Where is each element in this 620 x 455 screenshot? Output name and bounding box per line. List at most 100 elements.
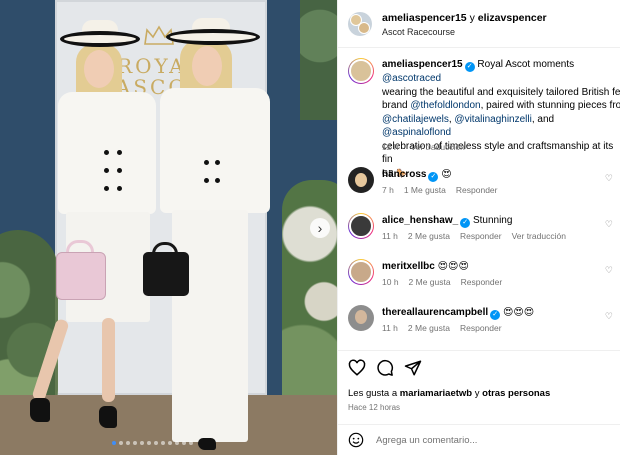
post-time[interactable]: Hace 12 horas	[348, 403, 400, 412]
avatar	[349, 59, 373, 83]
comment-item: thereallaurencampbell ✓ 😍😍😍 11 h 2 Me gust…	[346, 303, 620, 343]
chevron-right-icon: ›	[317, 220, 323, 236]
comment-time[interactable]: 7 h	[382, 185, 394, 195]
comment-body: 😍	[441, 169, 452, 180]
post-side-panel: ameliaspencer15 y elizavspencer Ascot Ra…	[337, 0, 620, 455]
comment-time[interactable]: 10 h	[382, 277, 399, 287]
comment-time[interactable]: 11 h	[382, 323, 398, 333]
others-link[interactable]: otras personas	[482, 388, 550, 399]
caption-part: wearing the beautiful and exquisitely ta…	[382, 86, 620, 98]
mention-link[interactable]: @ascotraced	[382, 73, 441, 84]
author-2-link[interactable]: elizavspencer	[478, 12, 547, 24]
carousel-dot	[175, 441, 179, 445]
heart-icon[interactable]: ♡	[605, 173, 613, 184]
carousel-dot	[168, 441, 172, 445]
location-link[interactable]: Ascot Racecourse	[382, 27, 455, 37]
carousel-dot	[182, 441, 186, 445]
carousel-dot	[147, 441, 151, 445]
author-joiner: y	[466, 12, 478, 24]
heart-icon[interactable]: ♡	[605, 265, 613, 276]
comment-text: hancross ✓ 😍	[382, 169, 452, 182]
post-photo[interactable]: ROYAL ASCOT ›	[0, 0, 337, 455]
verified-icon: ✓	[428, 172, 439, 182]
avatar[interactable]	[348, 167, 374, 193]
comment-meta: 7 h 1 Me gusta Responder	[382, 185, 507, 195]
action-bar: Les gusta a mariamariaetwb y otras perso…	[338, 350, 620, 424]
comment-likes[interactable]: 2 Me gusta	[408, 231, 450, 241]
post-header: ameliaspencer15 y elizavspencer Ascot Ra…	[338, 0, 620, 48]
verified-icon: ✓	[490, 310, 501, 320]
heart-icon[interactable]: ♡	[605, 311, 613, 322]
translate-link[interactable]: Ver traducción	[411, 142, 465, 152]
comment-text: thereallaurencampbell ✓ 😍😍😍	[382, 307, 534, 320]
comment-item: hancross ✓ 😍 7 h 1 Me gusta Responder ♡	[346, 165, 620, 205]
add-comment-bar: Agrega un comentario...	[338, 424, 620, 455]
comment-body: 😍😍😍	[502, 307, 535, 318]
emoji-icon[interactable]	[348, 432, 364, 448]
comment-username[interactable]: alice_henshaw_	[382, 215, 458, 226]
mention-link[interactable]: @vitalinaghinzelli	[454, 114, 531, 125]
collab-avatar[interactable]	[348, 12, 372, 36]
carousel-dot	[154, 441, 158, 445]
comment-username[interactable]: hancross	[382, 169, 426, 180]
mention-link[interactable]: @chatilajewels	[382, 114, 449, 125]
avatar	[349, 260, 373, 284]
carousel-dot	[119, 441, 123, 445]
verified-icon: ✓	[460, 218, 471, 228]
comment-body: Stunning	[472, 215, 513, 226]
next-photo-button[interactable]: ›	[310, 218, 330, 238]
post-authors: ameliaspencer15 y elizavspencer	[382, 12, 547, 24]
comment-likes[interactable]: 1 Me gusta	[404, 185, 446, 195]
carousel-dot	[112, 441, 116, 445]
comment-likes[interactable]: 2 Me gusta	[409, 277, 451, 287]
caption-text: ameliaspencer15 ✓ Royal Ascot moments @as…	[382, 58, 620, 180]
caption-time[interactable]: 12 h	[382, 142, 399, 152]
likes-joiner: y	[472, 388, 483, 399]
caption-part: Royal Ascot moments	[477, 59, 575, 70]
carousel-dot	[126, 441, 130, 445]
comment-item: alice_henshaw_ ✓ Stunning 11 h 2 Me gusta R…	[346, 211, 620, 251]
mention-link[interactable]: @aspinaloflond	[382, 127, 451, 138]
comment-time[interactable]: 11 h	[382, 231, 398, 241]
translate-link[interactable]: Ver traducción	[512, 231, 566, 241]
caption-username[interactable]: ameliaspencer15	[382, 59, 463, 70]
comment-text: alice_henshaw_ ✓ Stunning	[382, 215, 512, 228]
reply-link[interactable]: Responder	[456, 185, 498, 195]
reply-link[interactable]: Responder	[460, 323, 502, 333]
comment-input[interactable]: Agrega un comentario...	[376, 435, 477, 446]
comment-username[interactable]: meritxellbc	[382, 261, 435, 272]
heart-icon[interactable]: ♡	[605, 219, 613, 230]
liker-username[interactable]: mariamariaetwb	[400, 388, 472, 399]
foliage-top	[300, 0, 337, 120]
avatar	[349, 214, 373, 238]
reply-link[interactable]: Responder	[461, 277, 503, 287]
comment-text: meritxellbc 😍😍😍	[382, 261, 469, 272]
comment-meta: 11 h 2 Me gusta Responder	[382, 323, 512, 333]
carousel-dot	[161, 441, 165, 445]
avatar[interactable]	[348, 305, 374, 331]
avatar-ring[interactable]	[348, 259, 374, 285]
caption-part: , paired with stunning pieces fro	[480, 100, 620, 111]
comment-item: meritxellbc 😍😍😍 10 h2 Me gusta Responder …	[346, 257, 620, 297]
carousel-dots	[112, 441, 193, 445]
heart-icon[interactable]	[348, 359, 366, 377]
black-handbag	[143, 252, 189, 296]
comment-username[interactable]: thereallaurencampbell	[382, 307, 488, 318]
share-icon[interactable]	[404, 359, 422, 377]
caption-avatar-ring[interactable]	[348, 58, 374, 84]
likes-prefix: Les gusta a	[348, 388, 400, 399]
mention-link[interactable]: @thefoldlondon	[410, 100, 480, 111]
author-1-link[interactable]: ameliaspencer15	[382, 12, 467, 24]
verified-icon: ✓	[464, 62, 475, 72]
reply-link[interactable]: Responder	[460, 231, 502, 241]
comment-body: 😍😍😍	[437, 261, 469, 272]
carousel-dot	[189, 441, 193, 445]
caption-part: , and	[531, 113, 555, 125]
comment-likes[interactable]: 2 Me gusta	[408, 323, 450, 333]
carousel-dot	[133, 441, 137, 445]
pink-handbag	[56, 252, 106, 300]
comment-meta: 11 h 2 Me gusta Responder Ver traducción	[382, 231, 576, 241]
avatar-ring[interactable]	[348, 213, 374, 239]
comment-meta: 10 h 2 Me gusta Responder	[382, 277, 512, 287]
comment-icon[interactable]	[376, 359, 394, 377]
